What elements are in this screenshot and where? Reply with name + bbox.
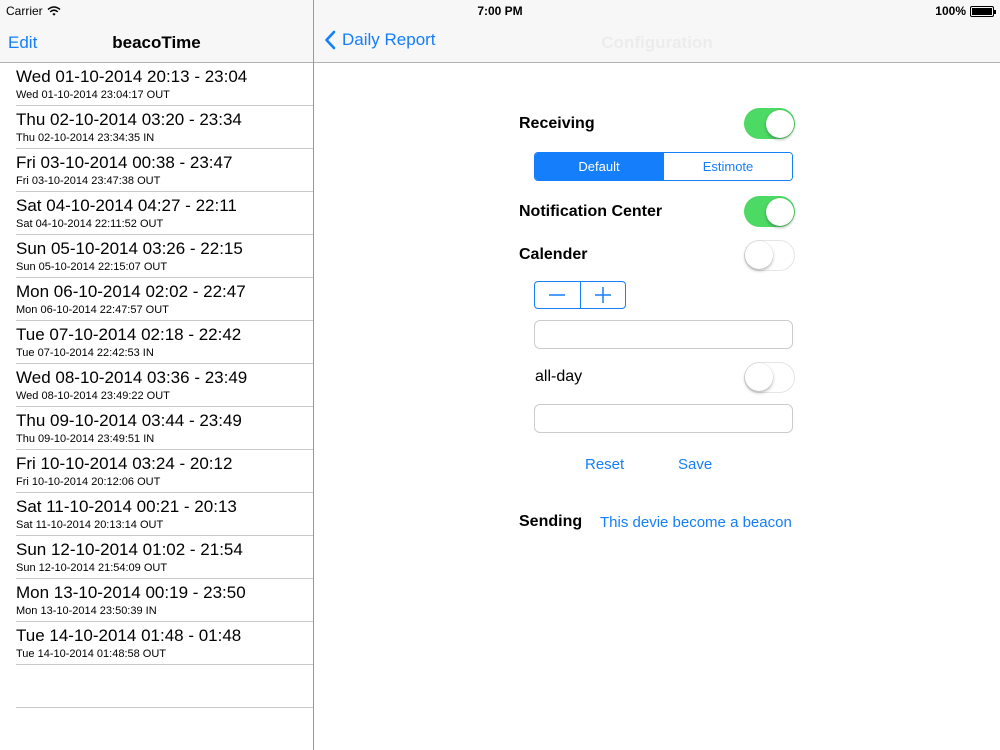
list-item[interactable]: Wed 08-10-2014 03:36 - 23:49 Wed 08-10-20… xyxy=(0,364,313,407)
list-item-subtitle: Sat 04-10-2014 22:11:52 OUT xyxy=(16,218,164,230)
list-item-subtitle: Mon 06-10-2014 22:47:57 OUT xyxy=(16,304,169,316)
receiving-toggle[interactable] xyxy=(744,108,795,139)
list-item[interactable]: Thu 09-10-2014 03:44 - 23:49 Thu 09-10-20… xyxy=(0,407,313,450)
list-item-title: Thu 02-10-2014 03:20 - 23:34 xyxy=(16,110,242,129)
list-item-subtitle: Tue 14-10-2014 01:48:58 OUT xyxy=(16,648,167,660)
battery-percent: 100% xyxy=(935,4,966,18)
status-time: 7:00 PM xyxy=(477,4,523,18)
toggle-knob xyxy=(766,197,794,226)
list-item-title: Mon 13-10-2014 00:19 - 23:50 xyxy=(16,583,246,602)
list-item-subtitle: Sun 05-10-2014 22:15:07 OUT xyxy=(16,261,168,273)
list-item-subtitle: Wed 08-10-2014 23:49:22 OUT xyxy=(16,390,170,402)
list-item[interactable]: Mon 06-10-2014 02:02 - 22:47 Mon 06-10-20… xyxy=(0,278,313,321)
list-item-title: Fri 03-10-2014 00:38 - 23:47 xyxy=(16,153,233,172)
list-item[interactable]: Sun 12-10-2014 01:02 - 21:54 Sun 12-10-20… xyxy=(0,536,313,579)
list-item-subtitle: Thu 09-10-2014 23:49:51 IN xyxy=(16,433,155,445)
segment-default[interactable]: Default xyxy=(535,153,663,180)
all-day-toggle[interactable] xyxy=(744,362,795,393)
calendar-text-field[interactable] xyxy=(534,320,793,349)
master-nav-bar: Edit beacoTime xyxy=(0,22,313,63)
list-item[interactable]: Sun 05-10-2014 03:26 - 22:15 Sun 05-10-20… xyxy=(0,235,313,278)
secondary-text-field[interactable] xyxy=(534,404,793,433)
all-day-label: all-day xyxy=(535,368,583,385)
notification-center-label: Notification Center xyxy=(519,203,663,220)
list-item[interactable]: Thu 02-10-2014 03:20 - 23:34 Thu 02-10-20… xyxy=(0,106,313,149)
list-item-title: Wed 08-10-2014 03:36 - 23:49 xyxy=(16,368,248,387)
report-list[interactable]: Wed 01-10-2014 20:13 - 23:04 Wed 01-10-20… xyxy=(0,63,313,750)
become-beacon-button[interactable]: This devie become a beacon xyxy=(600,514,792,531)
list-item-subtitle: Wed 01-10-2014 23:04:17 OUT xyxy=(16,89,170,101)
stepper-decrement-button[interactable] xyxy=(535,282,580,308)
master-title: beacoTime xyxy=(112,33,201,52)
sending-label: Sending xyxy=(519,513,583,530)
calender-label: Calender xyxy=(519,246,588,263)
day-stepper[interactable] xyxy=(534,281,626,309)
list-item[interactable]: Tue 07-10-2014 02:18 - 22:42 Tue 07-10-20… xyxy=(0,321,313,364)
list-item-subtitle: Sat 11-10-2014 20:13:14 OUT xyxy=(16,519,164,531)
list-item-title: Wed 01-10-2014 20:13 - 23:04 xyxy=(16,67,248,86)
list-item-title: Fri 10-10-2014 03:24 - 20:12 xyxy=(16,454,233,473)
list-item-title: Thu 09-10-2014 03:44 - 23:49 xyxy=(16,411,242,430)
split-divider xyxy=(313,0,314,750)
toggle-knob xyxy=(766,109,794,138)
status-bar: Carrier 7:00 PM 100% xyxy=(0,0,1000,22)
battery-group: 100% xyxy=(935,4,996,18)
list-item-title: Sat 11-10-2014 00:21 - 20:13 xyxy=(16,497,237,516)
list-item[interactable]: Mon 13-10-2014 00:19 - 23:50 Mon 13-10-20… xyxy=(0,579,313,622)
list-item-subtitle: Sun 12-10-2014 21:54:09 OUT xyxy=(16,562,168,574)
list-item-title: Sun 05-10-2014 03:26 - 22:15 xyxy=(16,239,243,258)
list-item-subtitle: Tue 07-10-2014 22:42:53 IN xyxy=(16,347,154,359)
list-item[interactable]: Wed 01-10-2014 20:13 - 23:04 Wed 01-10-20… xyxy=(0,63,313,106)
source-segmented-control[interactable]: Default Estimote xyxy=(534,152,793,181)
notification-center-toggle[interactable] xyxy=(744,196,795,227)
list-item-subtitle: Fri 03-10-2014 23:47:38 OUT xyxy=(16,175,161,187)
save-button[interactable]: Save xyxy=(678,456,712,473)
list-item-title: Sun 12-10-2014 01:02 - 21:54 xyxy=(16,540,243,559)
list-item-title: Sat 04-10-2014 04:27 - 22:11 xyxy=(16,196,237,215)
list-item[interactable]: Fri 10-10-2014 03:24 - 20:12 Fri 10-10-20… xyxy=(0,450,313,493)
toggle-knob xyxy=(745,363,773,391)
minus-icon xyxy=(549,294,566,296)
list-item[interactable]: Sat 11-10-2014 00:21 - 20:13 Sat 11-10-20… xyxy=(0,493,313,536)
toggle-knob xyxy=(745,241,773,269)
list-item-subtitle: Fri 10-10-2014 20:12:06 OUT xyxy=(16,476,161,488)
list-item-title: Tue 07-10-2014 02:18 - 22:42 xyxy=(16,325,242,344)
detail-nav-bar: Daily Report Configuration xyxy=(314,22,1000,63)
empty-row xyxy=(0,665,313,708)
list-item[interactable]: Fri 03-10-2014 00:38 - 23:47 Fri 03-10-20… xyxy=(0,149,313,192)
battery-icon xyxy=(970,5,996,17)
list-item[interactable]: Sat 04-10-2014 04:27 - 22:11 Sat 04-10-20… xyxy=(0,192,313,235)
empty-row xyxy=(0,708,313,750)
reset-button[interactable]: Reset xyxy=(585,456,624,473)
list-item-subtitle: Thu 02-10-2014 23:34:35 IN xyxy=(16,132,155,144)
plus-icon xyxy=(594,287,611,303)
stepper-increment-button[interactable] xyxy=(579,282,626,308)
list-item[interactable]: Tue 14-10-2014 01:48 - 01:48 Tue 14-10-20… xyxy=(0,622,313,665)
detail-title: Configuration xyxy=(601,33,713,52)
list-item-title: Tue 14-10-2014 01:48 - 01:48 xyxy=(16,626,242,645)
segment-estimote[interactable]: Estimote xyxy=(663,153,792,180)
receiving-label: Receiving xyxy=(519,115,595,132)
calender-toggle[interactable] xyxy=(744,240,795,271)
list-item-subtitle: Mon 13-10-2014 23:50:39 IN xyxy=(16,605,157,617)
list-item-title: Mon 06-10-2014 02:02 - 22:47 xyxy=(16,282,246,301)
